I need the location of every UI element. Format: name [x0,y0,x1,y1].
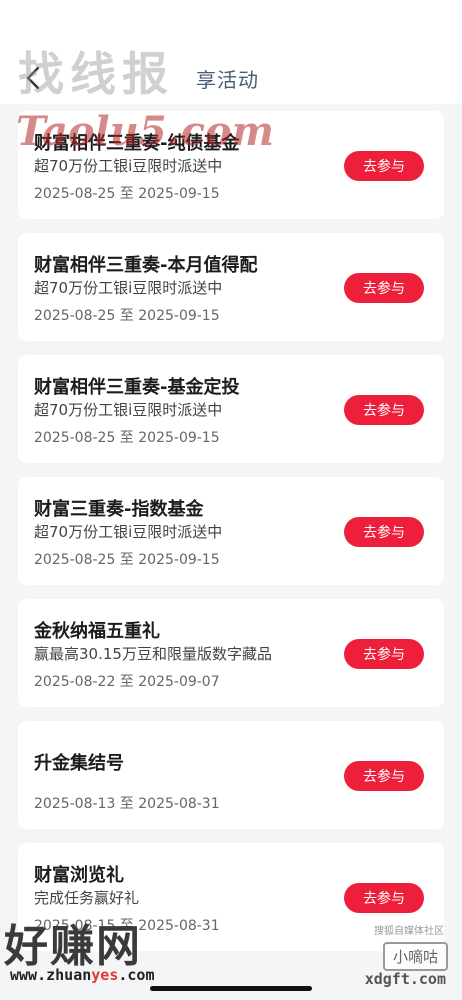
activity-title: 财富浏览礼 [34,865,124,886]
activity-date: 2025-08-22 至 2025-09-07 [34,674,220,690]
watermark-brand: 好赚网 [4,921,142,972]
page-title: 享活动 [196,68,259,92]
activity-date: 2025-08-13 至 2025-08-31 [34,796,220,812]
join-button[interactable]: 去参与 [344,761,424,791]
activity-desc: 超70万份工银i豆限时派送中 [34,523,223,541]
activity-title: 财富相伴三重奏-本月值得配 [34,255,258,276]
activity-date: 2025-08-25 至 2025-09-15 [34,430,220,446]
activity-card: 升金集结号 2025-08-13 至 2025-08-31 去参与 [18,721,444,829]
activity-date: 2025-08-25 至 2025-09-15 [34,186,220,202]
activity-date: 2025-08-25 至 2025-09-15 [34,552,220,568]
activity-title: 财富三重奏-指数基金 [34,499,204,520]
activity-title: 财富相伴三重奏-基金定投 [34,377,240,398]
activity-card: 金秋纳福五重礼 赢最高30.15万豆和限量版数字藏品 2025-08-22 至 … [18,599,444,707]
activity-desc: 超70万份工银i豆限时派送中 [34,279,223,297]
watermark-right-caption: 搜狐自媒体社区 [374,926,444,937]
activity-desc: 赢最高30.15万豆和限量版数字藏品 [34,645,272,663]
activity-date: 2025-08-25 至 2025-09-15 [34,308,220,324]
join-button[interactable]: 去参与 [344,517,424,547]
activity-desc: 超70万份工银i豆限时派送中 [34,157,223,175]
join-button[interactable]: 去参与 [344,151,424,181]
join-button[interactable]: 去参与 [344,273,424,303]
join-button[interactable]: 去参与 [344,395,424,425]
join-button[interactable]: 去参与 [344,883,424,913]
watermark-url-pre: www.zhuan [10,966,92,984]
activity-title: 金秋纳福五重礼 [34,621,160,642]
join-button[interactable]: 去参与 [344,639,424,669]
watermark-url-post: .com [118,966,155,984]
watermark-url: www.zhuanyes.com [10,966,155,984]
watermark-top: 找线报 [18,47,174,101]
activity-desc: 完成任务赢好礼 [34,889,140,907]
watermark-script: Taolu5.com [16,108,274,155]
activity-title: 升金集结号 [34,753,124,774]
home-indicator[interactable] [150,986,312,991]
watermark-right-url: xdgft.com [364,970,446,988]
activity-desc: 超70万份工银i豆限时派送中 [34,401,223,419]
activity-card: 财富三重奏-指数基金 超70万份工银i豆限时派送中 2025-08-25 至 2… [18,477,444,585]
watermark-right-badge: 小嘀咕 [382,942,448,971]
activity-card: 财富相伴三重奏-本月值得配 超70万份工银i豆限时派送中 2025-08-25 … [18,233,444,341]
activity-card: 财富相伴三重奏-基金定投 超70万份工银i豆限时派送中 2025-08-25 至… [18,355,444,463]
watermark-url-highlight: yes [91,966,119,984]
